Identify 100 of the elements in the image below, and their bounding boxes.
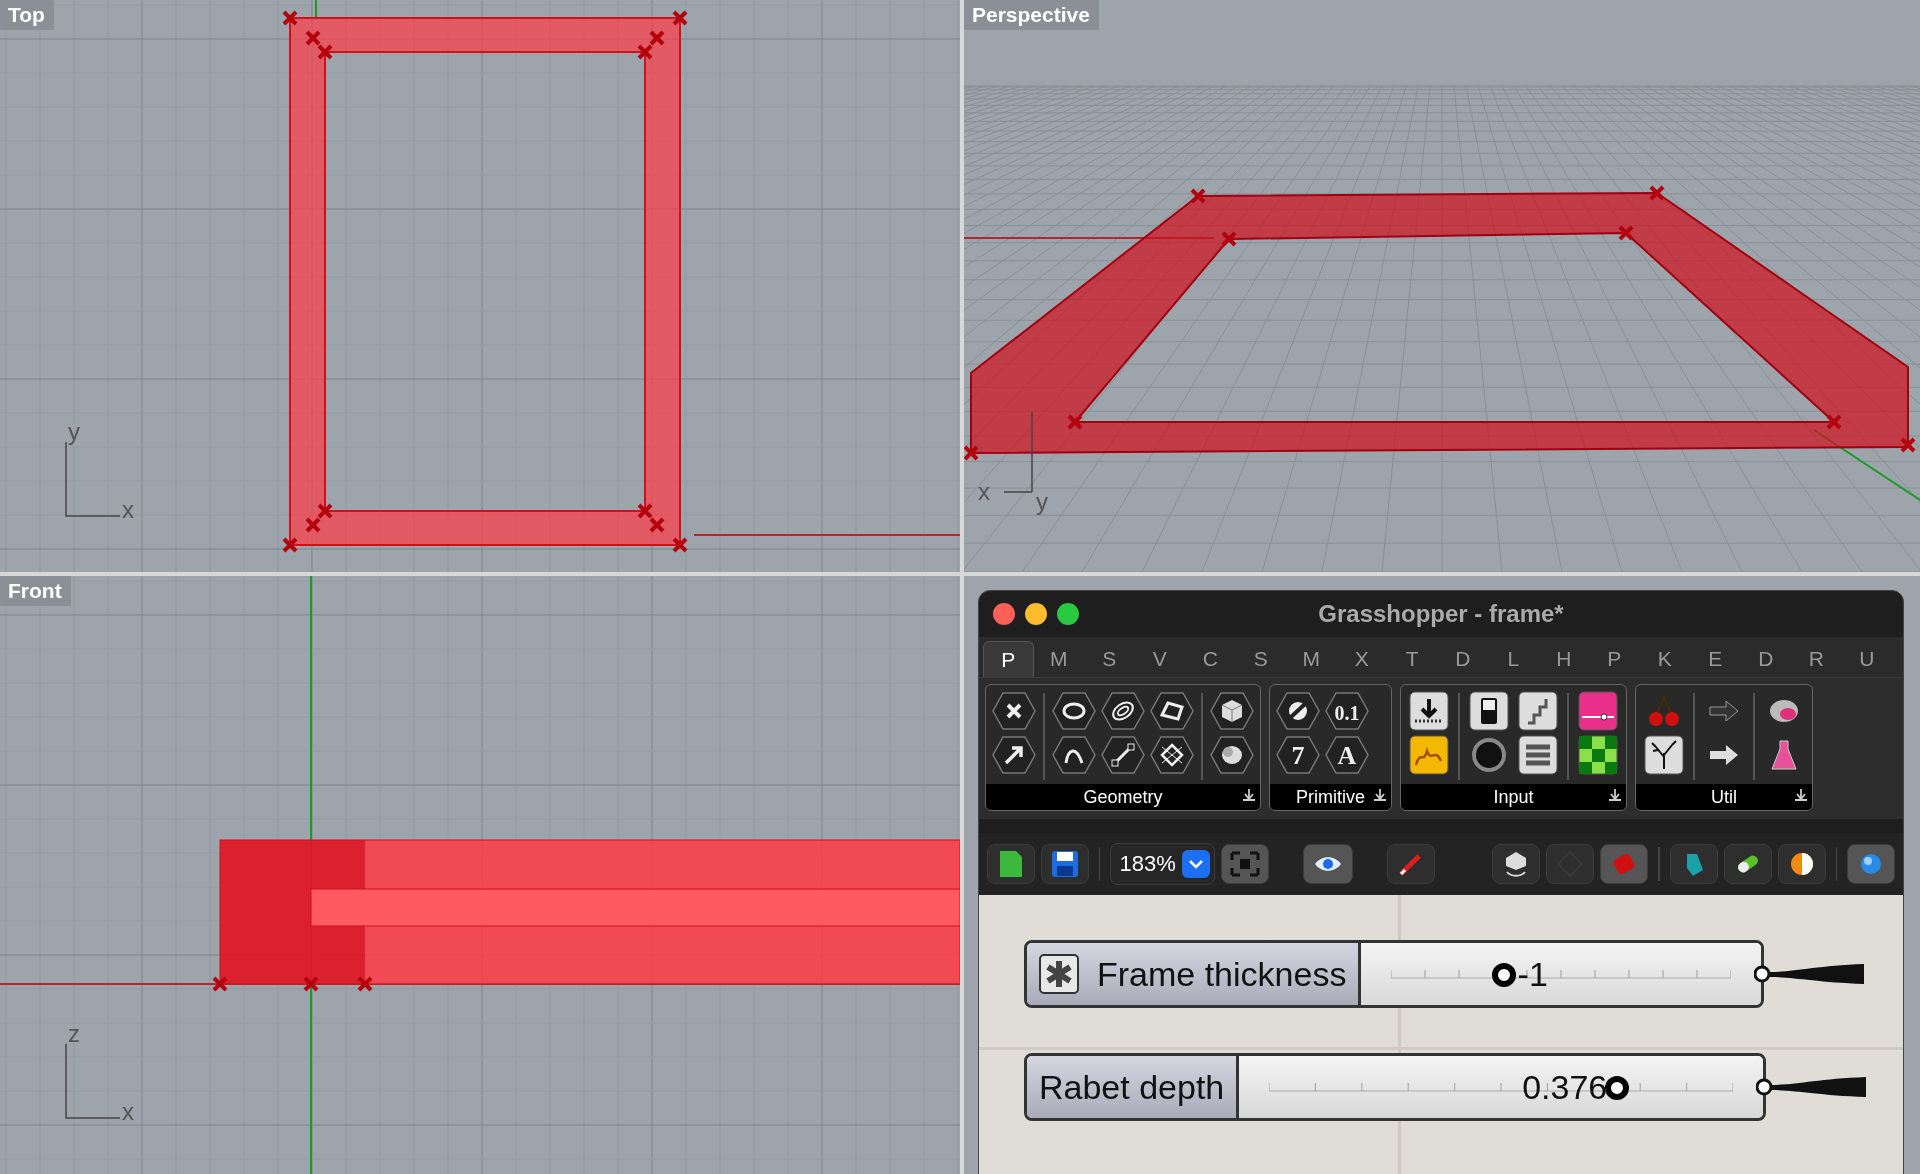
file-icon — [998, 849, 1024, 879]
ribbon-tab[interactable]: M — [1286, 641, 1337, 677]
number-hexagon-icon[interactable]: 7 — [1276, 735, 1320, 775]
circle-slash-icon[interactable] — [1276, 691, 1320, 731]
slider-value: -1 — [1517, 955, 1548, 994]
ribbon-tab[interactable]: V — [1134, 641, 1185, 677]
slider-thumb[interactable] — [1605, 1076, 1630, 1100]
shaded-preview-button[interactable] — [1600, 844, 1648, 884]
ribbon-tab[interactable]: T — [1387, 641, 1438, 677]
ribbon-tab[interactable]: S — [1235, 641, 1286, 677]
ribbon-tab[interactable]: R — [1791, 641, 1842, 677]
surface-icon[interactable] — [1150, 691, 1194, 731]
axis-label: y — [1036, 488, 1048, 516]
point-icon[interactable] — [992, 691, 1036, 731]
number-hexagon-icon[interactable]: A — [1325, 735, 1369, 775]
point-marker-icon — [212, 976, 228, 992]
slider-value: 0.376 — [1522, 1068, 1608, 1107]
list-icon[interactable] — [1516, 735, 1560, 775]
chevron-down-icon — [1187, 859, 1204, 869]
ribbon-tab[interactable]: D — [1437, 641, 1488, 677]
close-button[interactable] — [993, 603, 1015, 625]
number-hexagon-icon[interactable]: 0.1 — [1325, 691, 1369, 731]
line-segment-icon[interactable] — [1101, 735, 1145, 775]
preview-eye-button[interactable] — [1303, 844, 1354, 884]
ribbon-tab[interactable]: H — [1538, 641, 1589, 677]
point-marker-icon — [1826, 414, 1842, 430]
ribbon-tab[interactable]: K — [1639, 641, 1690, 677]
maximize-button[interactable] — [1057, 603, 1079, 625]
sphere-icon — [1859, 852, 1883, 876]
axis-label: y — [68, 418, 80, 446]
number-slider[interactable]: Frame thickness -1 — [1024, 940, 1765, 1008]
expand-arrow-icon[interactable] — [1374, 789, 1386, 801]
point-marker-icon — [1067, 414, 1083, 430]
expand-arrow-icon[interactable] — [1795, 789, 1807, 801]
brush-button[interactable] — [1387, 844, 1436, 884]
axis-gizmo-icon — [65, 1043, 121, 1119]
zoom-extents-button[interactable] — [1220, 844, 1269, 884]
viewport-label[interactable]: Perspective — [964, 0, 1099, 30]
ribbon-tab[interactable]: D — [1740, 641, 1791, 677]
spiral-icon[interactable] — [1101, 691, 1145, 731]
axis-label: x — [978, 478, 990, 506]
point-marker-icon — [649, 30, 665, 46]
save-button[interactable] — [1041, 844, 1089, 884]
expand-arrow-icon[interactable] — [1243, 789, 1255, 801]
download-icon[interactable] — [1407, 691, 1451, 731]
ribbon-tab[interactable]: P — [1589, 641, 1640, 677]
viewport-label[interactable]: Front — [0, 576, 71, 606]
axis-gizmo-icon — [1003, 411, 1033, 493]
tree-icon[interactable] — [1642, 735, 1686, 775]
curve-icon[interactable] — [1052, 735, 1096, 775]
expand-arrow-icon[interactable] — [1609, 789, 1621, 801]
cylinder-icon[interactable] — [1210, 735, 1254, 775]
ribbon-tab[interactable]: X — [1336, 641, 1387, 677]
capsule-button[interactable] — [1723, 844, 1772, 884]
point-marker-icon — [303, 976, 319, 992]
stairs-icon[interactable] — [1516, 691, 1560, 731]
perspective-viewport[interactable]: Perspective x y — [964, 0, 1920, 572]
point-marker-icon — [357, 976, 373, 992]
gem-button[interactable] — [1669, 844, 1718, 884]
slider-label: Rabet depth — [1039, 1067, 1225, 1107]
slider-label: Frame thickness — [1097, 954, 1347, 994]
ribbon-tab[interactable]: E — [1690, 641, 1741, 677]
ribbon-tab[interactable]: P — [983, 641, 1034, 677]
ribbon-tab[interactable]: C — [1185, 641, 1236, 677]
point-marker-icon — [672, 537, 688, 553]
point-marker-icon — [672, 10, 688, 26]
point-marker-icon — [282, 537, 298, 553]
sphere-button[interactable] — [1847, 844, 1895, 884]
asterisk-icon — [1039, 954, 1079, 994]
ribbon-tab[interactable]: M — [1033, 641, 1084, 677]
minimize-button[interactable] — [1025, 603, 1047, 625]
top-viewport[interactable]: Top y x — [0, 0, 960, 572]
scribble-icon[interactable] — [1407, 735, 1451, 775]
gradient-slider-icon[interactable] — [1576, 691, 1620, 731]
point-marker-icon — [1221, 231, 1237, 247]
point-marker-icon — [1900, 437, 1916, 453]
ribbon-tab[interactable]: S — [1084, 641, 1135, 677]
wireframe-preview-button[interactable] — [1492, 844, 1540, 884]
shape-icon — [1503, 850, 1529, 878]
point-marker-icon — [649, 517, 665, 533]
viewport-label[interactable]: Top — [0, 0, 54, 30]
ribbon-tab[interactable]: U — [1841, 641, 1892, 677]
open-file-button[interactable] — [987, 844, 1035, 884]
slider-thumb[interactable] — [1491, 963, 1516, 987]
cube-icon[interactable] — [1210, 691, 1254, 731]
ribbon-tab[interactable]: L — [1488, 641, 1539, 677]
point-marker-icon — [317, 44, 333, 60]
point-marker-icon — [964, 445, 979, 461]
vector-arrow-icon[interactable] — [992, 735, 1036, 775]
half-sphere-button[interactable] — [1777, 844, 1826, 884]
diamond-grid-icon[interactable] — [1150, 735, 1194, 775]
zoom-dropdown[interactable]: 183% — [1110, 843, 1215, 885]
point-marker-icon — [1649, 185, 1665, 201]
y-axis-line — [315, 0, 317, 19]
toggle-switch-icon[interactable] — [1467, 691, 1511, 731]
checker-grid-icon[interactable] — [1576, 735, 1620, 775]
panel-label[interactable]: Primitive — [1270, 786, 1391, 808]
point-marker-icon — [317, 503, 333, 519]
number-slider[interactable]: Rabet depth 0.376 — [1024, 1053, 1767, 1121]
front-viewport[interactable]: Front z x — [0, 576, 960, 1174]
